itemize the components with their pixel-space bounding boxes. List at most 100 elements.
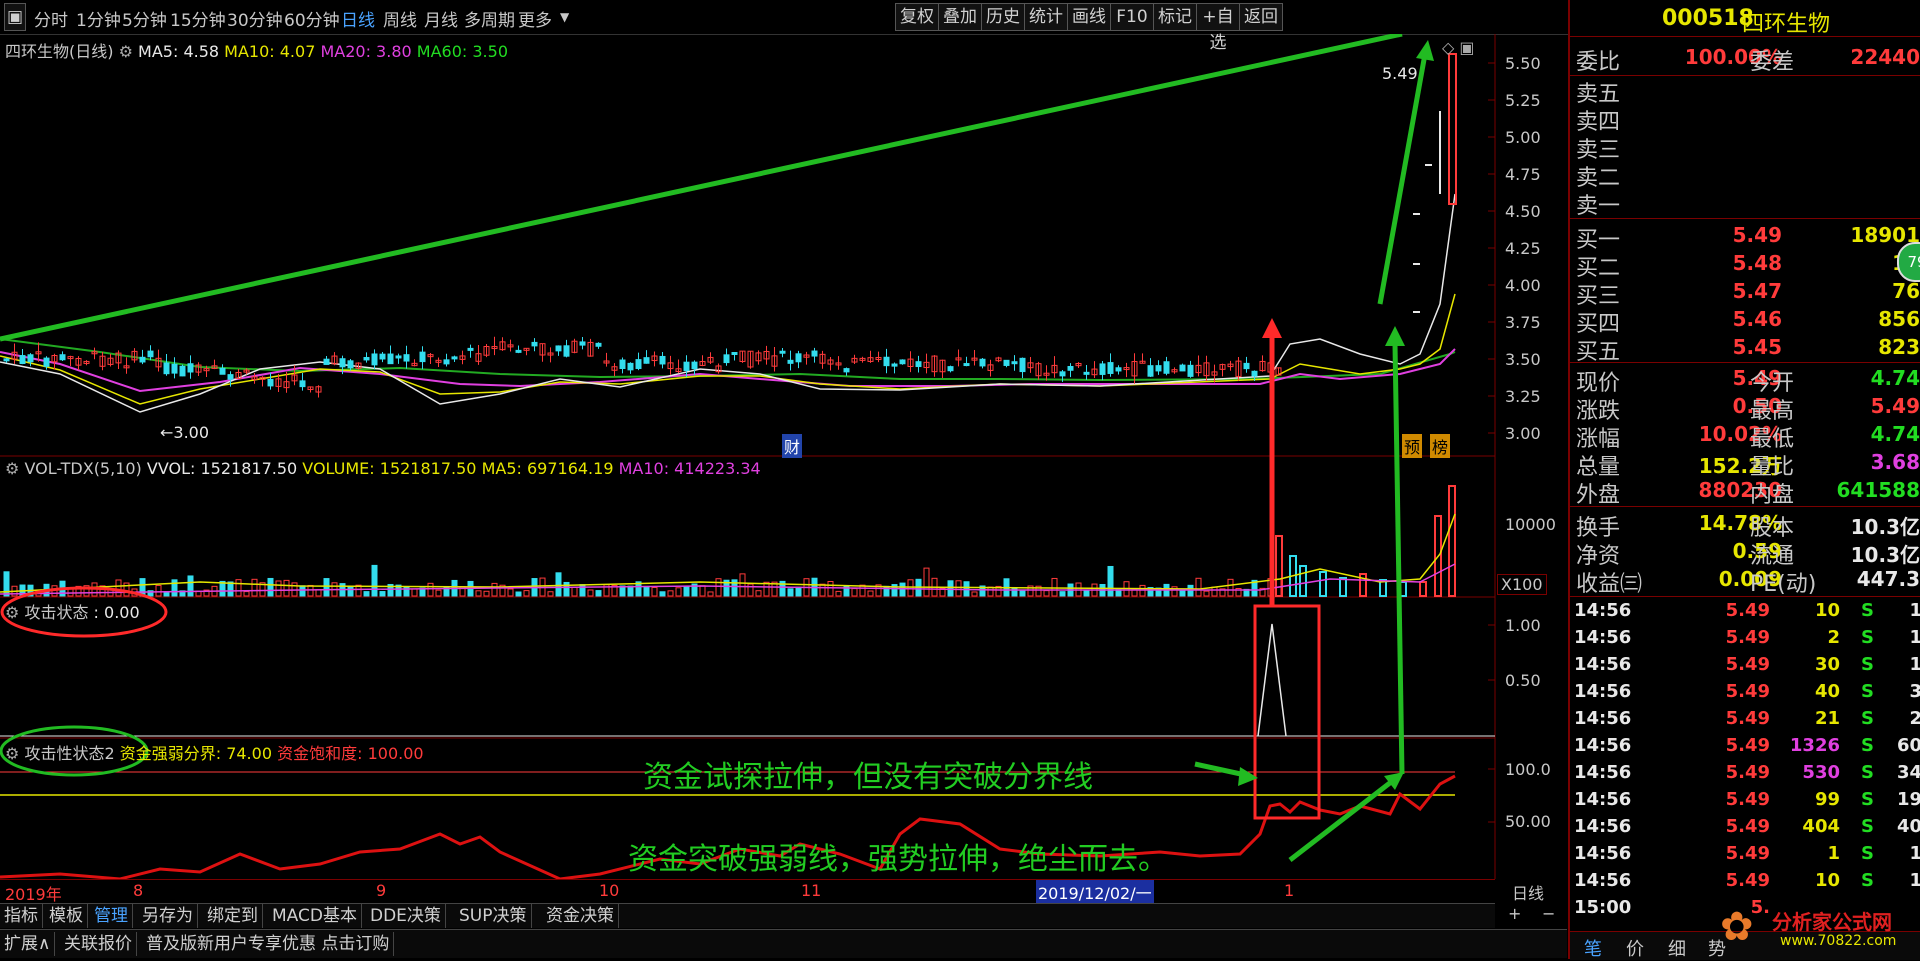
- candle-body: [531, 341, 538, 347]
- period-multi[interactable]: 多周期: [464, 6, 515, 31]
- period-5min[interactable]: 5分钟: [122, 6, 167, 31]
- tab-trades[interactable]: 笔: [1584, 935, 1602, 961]
- zoom-out-button[interactable]: −: [1542, 904, 1555, 923]
- volume-bar: [795, 586, 802, 597]
- tab-save-as[interactable]: 另存为: [138, 904, 198, 928]
- stat-left-label: 涨幅: [1576, 427, 1621, 452]
- candle-body: [1243, 362, 1250, 370]
- period-1min[interactable]: 1分钟: [76, 6, 121, 31]
- extra-right-value: 447.3: [1856, 567, 1920, 591]
- tab-promo[interactable]: 普及版新用户专享优惠 点击订购: [142, 932, 395, 956]
- volume-bar: [171, 579, 178, 597]
- period-15min[interactable]: 15分钟: [170, 6, 226, 31]
- y-tick: 5.00: [1505, 128, 1541, 147]
- atk2-gear-icon[interactable]: ⚙: [5, 744, 19, 763]
- stats-button[interactable]: 统计: [1024, 3, 1068, 31]
- tick-side: S: [1861, 708, 1874, 729]
- f10-button[interactable]: F10: [1110, 3, 1154, 31]
- volume-bar: [243, 591, 250, 597]
- atk1-name[interactable]: 攻击状态: [24, 603, 88, 622]
- period-daily[interactable]: 日线: [341, 6, 375, 31]
- draw-line-button[interactable]: 画线: [1067, 3, 1111, 31]
- candle-body: [787, 359, 794, 364]
- overlay-button[interactable]: 叠加: [938, 3, 982, 31]
- extra-right-label: 股本: [1750, 516, 1795, 541]
- tab-sup[interactable]: SUP决策: [455, 904, 532, 928]
- panel-toggle-icon[interactable]: ▣: [4, 3, 26, 31]
- tick-time: 14:56: [1574, 600, 1632, 621]
- diamond-icon[interactable]: ◇ ▣: [1442, 38, 1475, 57]
- period-monthly[interactable]: 月线: [424, 6, 458, 31]
- tab-indicator[interactable]: 指标: [0, 904, 43, 928]
- back-button[interactable]: 返回: [1239, 3, 1283, 31]
- tab-macd[interactable]: MACD基本: [268, 904, 362, 928]
- tab-fund[interactable]: 资金决策: [542, 904, 619, 928]
- atk2-name[interactable]: 攻击性状态2: [24, 744, 114, 763]
- period-60min[interactable]: 60分钟: [284, 6, 340, 31]
- volume-bar: [555, 572, 562, 597]
- candle-body: [731, 352, 738, 356]
- tab-price[interactable]: 价: [1626, 935, 1644, 961]
- time-label: 1: [1284, 881, 1295, 900]
- settings-gear-icon[interactable]: ⚙: [119, 42, 133, 61]
- volume-bar: [571, 586, 578, 597]
- tick-volume: 1: [1827, 843, 1840, 864]
- candle-body: [643, 357, 650, 364]
- period-more[interactable]: 更多: [518, 6, 552, 31]
- tab-manage[interactable]: 管理: [90, 904, 133, 928]
- buy2-label: 买二: [1576, 256, 1621, 281]
- buy4-price: 5.46: [1732, 307, 1782, 331]
- volume-bar: [371, 564, 378, 597]
- volume-bar: [739, 573, 746, 597]
- ranking-tag[interactable]: 榜: [1430, 434, 1451, 458]
- volume-bar: [475, 590, 482, 597]
- volume-bar: [1211, 586, 1218, 597]
- period-intraday[interactable]: 分时: [34, 6, 68, 31]
- volume-bar: [835, 590, 842, 597]
- tick-time: 14:56: [1574, 681, 1632, 702]
- tick-volume: 404: [1802, 816, 1840, 837]
- volume-bar: [403, 586, 410, 597]
- fuquan-button[interactable]: 复权: [895, 3, 939, 31]
- tab-template[interactable]: 模板: [45, 904, 88, 928]
- vol-gear-icon[interactable]: ⚙: [5, 459, 19, 478]
- candle-body: [379, 353, 386, 360]
- tick-time: 15:00: [1574, 897, 1632, 918]
- forecast-tag[interactable]: 预: [1402, 434, 1423, 458]
- stock-name: 四环生物: [1742, 12, 1831, 37]
- period-weekly[interactable]: 周线: [383, 6, 417, 31]
- tab-expand[interactable]: 扩展∧: [0, 932, 56, 956]
- atk1-y-tick: 1.00: [1505, 616, 1541, 635]
- tab-bind-to[interactable]: 绑定到: [203, 904, 263, 928]
- tab-dde[interactable]: DDE决策: [366, 904, 446, 928]
- stock-code: 000518: [1662, 6, 1754, 31]
- atk1-gear-icon[interactable]: ⚙: [5, 603, 19, 622]
- mark-button[interactable]: 标记: [1153, 3, 1197, 31]
- candle-body: [323, 358, 330, 365]
- candle-body: [891, 363, 898, 367]
- period-indicator[interactable]: 日线: [1512, 880, 1544, 904]
- y-tick: 4.00: [1505, 276, 1541, 295]
- volume-bar: [987, 586, 994, 597]
- tab-related-quotes[interactable]: 关联报价: [60, 932, 137, 956]
- volume-bar: [227, 581, 234, 597]
- finance-tag[interactable]: 财: [782, 434, 803, 458]
- candle-body: [691, 361, 698, 370]
- vol-indicator-name[interactable]: VOL-TDX(5,10): [24, 459, 141, 478]
- more-dropdown-icon[interactable]: ▼: [560, 10, 569, 24]
- tab-detail[interactable]: 细: [1668, 935, 1686, 961]
- candle-body: [187, 363, 194, 373]
- candle-body: [443, 359, 450, 365]
- volume-bar: [283, 579, 290, 597]
- candle-body: [1067, 366, 1074, 371]
- buy3-label: 买三: [1576, 284, 1621, 309]
- floating-badge[interactable]: 79: [1897, 242, 1920, 282]
- candle-body: [147, 350, 154, 358]
- tick-time: 14:56: [1574, 789, 1632, 810]
- history-button[interactable]: 历史: [981, 3, 1025, 31]
- volume-bar: [699, 585, 706, 597]
- add-watchlist-button[interactable]: +自选: [1196, 3, 1240, 53]
- zoom-in-button[interactable]: +: [1508, 904, 1521, 923]
- period-30min[interactable]: 30分钟: [227, 6, 283, 31]
- tick-volume: 40: [1814, 681, 1840, 702]
